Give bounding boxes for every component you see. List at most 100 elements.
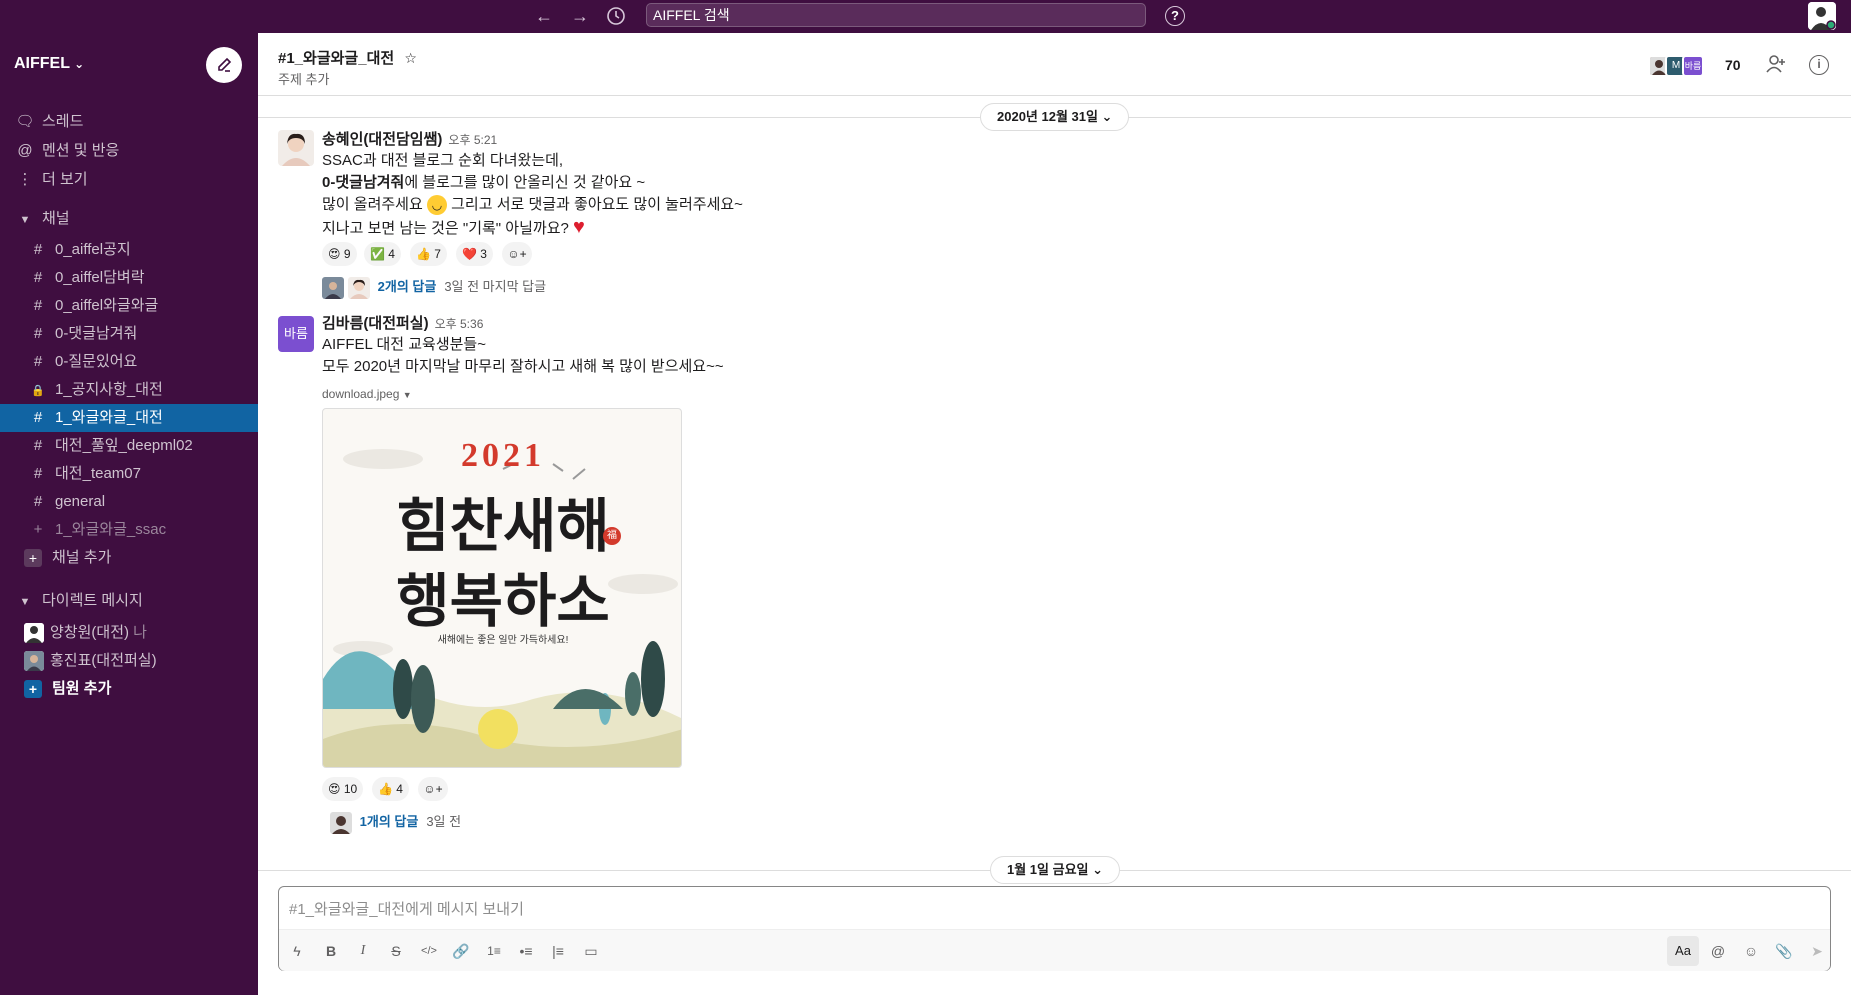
thread-replies[interactable]: 2개의 답글 3일 전 마지막 답글 — [322, 276, 546, 299]
attachment-icon[interactable]: 📎 — [1772, 940, 1796, 962]
sidebar-item-mentions[interactable]: @ 멘션 및 반응 — [0, 137, 258, 165]
message-author[interactable]: 송혜인(대전담임쌤) 오후 5:21 — [322, 128, 497, 149]
help-icon[interactable]: ? — [1165, 6, 1185, 26]
caret-down-icon: ▼ — [19, 214, 31, 226]
message-text: 모두 2020년 마지막날 마무리 잘하시고 새해 복 많이 받으세요~~ — [322, 358, 724, 375]
sidebar-item-threads[interactable]: 🗨 스레드 — [0, 108, 258, 136]
heart-emoji-icon: ♥ — [573, 216, 585, 238]
sidebar-channel[interactable]: #0-질문있어요 — [0, 348, 258, 376]
avatar — [24, 651, 44, 672]
sidebar-channel-private[interactable]: 🔒 1_공지사항_대전 — [0, 376, 258, 404]
ordered-list-icon[interactable]: 1≡ — [482, 940, 506, 962]
smile-emoji-icon: ◡ — [426, 195, 447, 216]
top-bar: ← → AIFFEL 검색 ? — [0, 0, 1851, 33]
lightning-icon[interactable]: ϟ — [285, 940, 309, 962]
back-icon[interactable]: ← — [532, 4, 556, 28]
link-icon[interactable]: 🔗 — [449, 940, 473, 962]
message-composer: ϟ B I S </> 🔗 1≡ •≡ |≡ ▭ Aa @ ☺ 📎 ➤ — [278, 886, 1831, 971]
at-icon: @ — [17, 142, 33, 159]
reaction-button[interactable]: 👍 4 — [372, 777, 409, 801]
message-text: 지나고 보면 남는 것은 "기록" 아닐까요? ♥ — [322, 216, 585, 238]
emoji-icon[interactable]: ☺ — [1739, 940, 1763, 962]
sidebar-channel[interactable]: # 대전_풀잎_deepml02 — [0, 432, 258, 460]
member-count[interactable]: 70 — [1725, 57, 1741, 73]
forward-icon[interactable]: → — [568, 4, 592, 28]
channel-title[interactable]: #1_와글와글_대전 ☆ — [278, 47, 417, 68]
add-channel-button[interactable]: + 채널 추가 — [0, 544, 258, 572]
reaction-button[interactable]: ❤️ 3 — [456, 242, 493, 266]
workspace-name[interactable]: AIFFEL ⌄ — [14, 55, 84, 73]
sidebar-dm[interactable]: 홍진표(대전퍼실) — [0, 647, 258, 675]
code-icon[interactable]: </> — [417, 940, 441, 962]
search-input[interactable]: AIFFEL 검색 — [646, 3, 1146, 27]
channel-header: #1_와글와글_대전 ☆ 주제 추가 M 바름 70 i — [258, 33, 1851, 96]
formatting-toggle-button[interactable]: Aa — [1667, 936, 1699, 966]
bold-icon[interactable]: B — [319, 940, 343, 962]
message-time[interactable]: 오후 5:36 — [435, 317, 484, 331]
card-title: 힘찬새해 — [396, 492, 610, 560]
sidebar-item-more[interactable]: ⋮ 더 보기 — [0, 166, 258, 194]
sidebar-channel[interactable]: #0-댓글남겨줘 — [0, 320, 258, 348]
date-divider[interactable]: 2020년 12월 31일 ⌄ — [980, 103, 1130, 131]
message-text: 많이 올려주세요 ◡ 그리고 서로 댓글과 좋아요도 많이 눌러주세요~ — [322, 194, 743, 216]
history-icon[interactable] — [604, 4, 628, 28]
sidebar-channel-preview[interactable]: +1_와글와글_ssac — [0, 516, 258, 544]
sidebar-channel[interactable]: #0_aiffel공지 — [0, 236, 258, 264]
card-title: 행복하소 — [396, 567, 610, 635]
avatar — [348, 276, 370, 299]
info-icon[interactable]: i — [1809, 55, 1829, 75]
message-text: AIFFEL 대전 교육생분들~ — [322, 336, 486, 353]
sidebar-channel-selected[interactable]: #1_와글와글_대전 — [0, 404, 258, 432]
add-person-icon[interactable] — [1765, 53, 1787, 81]
bullet-list-icon[interactable]: •≡ — [514, 940, 538, 962]
sidebar-channel[interactable]: # general — [0, 488, 258, 516]
thread-replies[interactable]: 1개의 답글 3일 전 — [322, 811, 461, 834]
image-attachment[interactable]: 2021 힘찬새해 행복하소 福 새해에는 좋은 일만 가득하세요! — [322, 408, 682, 768]
avatar — [330, 811, 352, 834]
caret-down-icon: ▼ — [402, 390, 412, 400]
add-reaction-icon[interactable]: ☺+ — [418, 777, 448, 801]
avatar — [322, 276, 344, 299]
sidebar-dm-self[interactable]: 양창원(대전) 나 — [0, 619, 258, 647]
more-icon: ⋮ — [17, 171, 33, 188]
compose-button[interactable] — [206, 47, 242, 83]
user-avatar[interactable] — [1808, 2, 1836, 30]
lock-icon: 🔒 — [31, 385, 45, 397]
reaction-button[interactable]: 😍 9 — [322, 242, 357, 266]
reaction-button[interactable]: 😍 10 — [322, 777, 364, 801]
sidebar-channel[interactable]: # 대전_team07 — [0, 460, 258, 488]
send-icon[interactable]: ➤ — [1805, 940, 1829, 962]
channels-section-header[interactable]: ▼ 채널 — [0, 205, 258, 233]
replies-link[interactable]: 1개의 답글 — [360, 814, 419, 829]
message-input[interactable] — [289, 895, 1809, 923]
plus-icon: + — [24, 549, 42, 568]
sidebar: AIFFEL ⌄ 🗨 스레드 @ 멘션 및 반응 ⋮ 더 보기 ▼ 채널 #0_aiff… — [0, 33, 258, 995]
message-author[interactable]: 김바름(대전퍼실) 오후 5:36 — [322, 312, 483, 333]
file-name[interactable]: download.jpeg ▼ — [322, 383, 412, 406]
card-subtitle: 새해에는 좋은 일만 가득하세요! — [437, 635, 569, 646]
add-reaction-icon[interactable]: ☺+ — [502, 242, 532, 266]
add-member-button[interactable]: + 팀원 추가 — [0, 675, 258, 703]
avatar[interactable] — [278, 130, 314, 166]
date-divider[interactable]: 1월 1일 금요일 ⌄ — [990, 856, 1120, 884]
star-icon[interactable]: ☆ — [404, 50, 417, 66]
card-year: 2021 — [461, 437, 545, 474]
message-text: 0-댓글남겨줘에 블로그를 많이 안올리신 것 같아요 ~ — [322, 174, 646, 191]
mention-icon[interactable]: @ — [1706, 940, 1730, 962]
sidebar-channel[interactable]: #0_aiffel와글와글 — [0, 292, 258, 320]
blockquote-icon[interactable]: |≡ — [546, 940, 570, 962]
plus-icon: + — [24, 680, 42, 699]
sidebar-channel[interactable]: #0_aiffel담벼락 — [0, 264, 258, 292]
formatting-toolbar: ϟ B I S </> 🔗 1≡ •≡ |≡ ▭ Aa @ ☺ 📎 ➤ — [279, 929, 1830, 971]
avatar: 바름 — [1682, 55, 1704, 77]
replies-link[interactable]: 2개의 답글 — [378, 279, 437, 294]
strikethrough-icon[interactable]: S — [384, 940, 408, 962]
code-block-icon[interactable]: ▭ — [579, 940, 603, 962]
reaction-button[interactable]: ✅ 4 — [364, 242, 401, 266]
italic-icon[interactable]: I — [351, 940, 375, 962]
avatar[interactable]: 바름 — [278, 316, 314, 352]
reaction-button[interactable]: 👍 7 — [410, 242, 447, 266]
dm-section-header[interactable]: ▼ 다이렉트 메시지 — [0, 587, 258, 615]
topic-link[interactable]: 주제 추가 — [278, 69, 329, 88]
message-time[interactable]: 오후 5:21 — [448, 133, 497, 147]
